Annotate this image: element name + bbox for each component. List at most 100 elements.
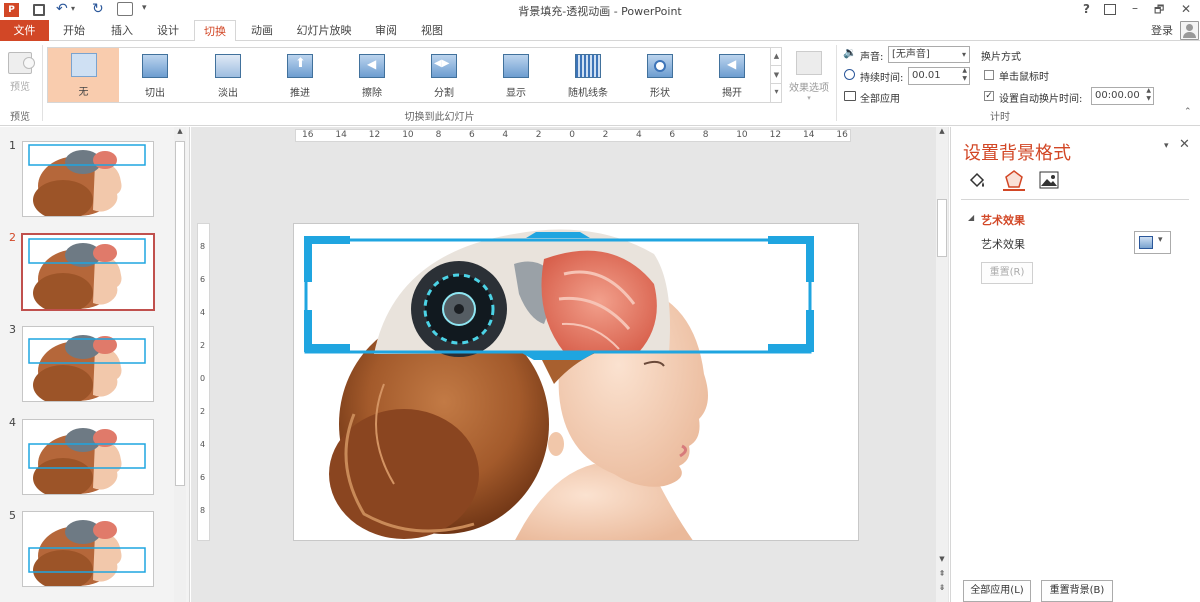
pane-divider: [961, 199, 1189, 200]
previous-slide-icon[interactable]: ⇞: [936, 569, 948, 578]
transition-cut-icon: [142, 54, 168, 78]
tab-file[interactable]: 文件: [0, 20, 49, 41]
transition-reveal-icon: [503, 54, 529, 78]
tab-home[interactable]: 开始: [56, 20, 92, 41]
effects-icon[interactable]: [1003, 169, 1025, 191]
picture-icon[interactable]: [1039, 171, 1059, 189]
transition-reveal[interactable]: 显示: [486, 49, 546, 101]
gallery-scroll-up[interactable]: ▲: [770, 48, 782, 65]
tab-slideshow[interactable]: 幻灯片放映: [290, 20, 358, 41]
scroll-up-icon[interactable]: ▲: [936, 127, 948, 135]
after-time-stepper[interactable]: 00:00.00 ▲ ▼: [1091, 87, 1154, 105]
ribbon-tabs: 文件 开始 插入 设计 切换 动画 幻灯片放映 审阅 视图 登录: [0, 20, 1200, 42]
ruler-tick-label: 2: [200, 341, 206, 350]
transition-uncover[interactable]: ◀ 揭开: [702, 49, 762, 101]
slide-thumbnail-4[interactable]: [22, 419, 154, 495]
slide-canvas[interactable]: [293, 223, 859, 541]
transition-fade-label: 淡出: [218, 88, 238, 99]
duration-stepper[interactable]: 00.01 ▲ ▼: [908, 67, 970, 85]
slide-thumbnail-3[interactable]: [22, 326, 154, 402]
slide-editor: 16 14 12 10 8 6 4 2 0 2 4 6 8 10 12 14 16 8 6 4 2 0 2 4 6 8: [191, 127, 949, 602]
transition-random-bars-label: 随机线条: [568, 88, 608, 99]
advance-slide-title: 换片方式: [981, 52, 1021, 63]
on-click-checkbox[interactable]: [984, 70, 994, 80]
apply-to-all-button[interactable]: 全部应用(L): [963, 580, 1031, 602]
effect-options-label: 效果选项: [789, 83, 829, 94]
scrollbar-thumb[interactable]: [937, 199, 947, 257]
next-slide-icon[interactable]: ⇟: [936, 583, 948, 592]
scroll-down-icon[interactable]: ▼: [936, 555, 948, 563]
tab-transitions[interactable]: 切换: [194, 20, 236, 42]
artistic-effects-dropdown[interactable]: ▾: [1134, 231, 1171, 254]
pane-options-icon[interactable]: ▾: [1164, 141, 1169, 151]
artistic-effects-label: 艺术效果: [981, 238, 1025, 251]
collapse-ribbon-icon[interactable]: ⌃: [1184, 107, 1192, 117]
vertical-ruler: 8 6 4 2 0 2 4 6 8: [197, 223, 210, 541]
slide-thumbnail-1[interactable]: [22, 141, 154, 217]
ruler-tick-label: 8: [200, 242, 206, 251]
transition-none-label: 无: [78, 87, 89, 98]
duration-value: 00.01: [912, 70, 941, 81]
reset-button[interactable]: 重置(R): [981, 262, 1033, 284]
transition-cut[interactable]: 切出: [125, 49, 185, 101]
after-checkbox[interactable]: ✓: [984, 91, 994, 101]
scrollbar-thumb[interactable]: [175, 141, 185, 486]
sound-label: 声音:: [860, 52, 884, 63]
effect-options-button[interactable]: 效果选项 ▾: [786, 49, 832, 105]
transition-uncover-label: 揭开: [722, 88, 742, 99]
tab-view[interactable]: 视图: [414, 20, 450, 41]
ribbon-transitions: 预览 预览 无 切出 淡出 ⬆ 推进 ◀ 擦除 ◀▶ 分割 显示 随机线条 形状…: [0, 41, 1200, 126]
sound-dropdown[interactable]: [无声音] ▾: [888, 46, 970, 63]
ruler-tick-label: 8: [702, 130, 709, 140]
tab-animations[interactable]: 动画: [244, 20, 280, 41]
fill-icon[interactable]: [967, 171, 987, 191]
artistic-effects-section[interactable]: 艺术效果: [981, 212, 1025, 228]
tab-insert[interactable]: 插入: [104, 20, 140, 41]
ruler-tick-label: 16: [836, 130, 848, 140]
hair-bun-lower: [329, 409, 479, 539]
ruler-tick-label: 16: [302, 130, 314, 140]
pane-title: 设置背景格式: [963, 143, 1071, 164]
slide-number: 3: [9, 323, 16, 336]
ruler-tick-label: 10: [736, 130, 748, 140]
window-title: 背景填充-透视动画 - PowerPoint: [518, 5, 682, 18]
transition-random-bars[interactable]: 随机线条: [558, 49, 618, 101]
tab-design[interactable]: 设计: [150, 20, 186, 41]
transition-none[interactable]: 无: [48, 48, 119, 102]
help-button[interactable]: ?: [1083, 2, 1090, 16]
editor-scrollbar[interactable]: ▲ ▼ ⇞ ⇟: [936, 127, 948, 602]
ruler-tick-label: 2: [602, 130, 609, 140]
chevron-down-icon: ▾: [1158, 235, 1163, 245]
minimize-button[interactable]: –: [1132, 1, 1138, 15]
avatar[interactable]: [1180, 21, 1199, 40]
gallery-scroll-down[interactable]: ▼: [770, 65, 782, 83]
scroll-up-icon[interactable]: ▲: [174, 127, 186, 135]
reset-background-button[interactable]: 重置背景(B): [1041, 580, 1113, 602]
transition-wipe[interactable]: ◀ 擦除: [342, 49, 402, 101]
transition-shape[interactable]: 形状: [630, 49, 690, 101]
apply-all-button[interactable]: 全部应用: [860, 90, 900, 105]
thumbnail-scrollbar[interactable]: ▲: [174, 127, 186, 602]
transition-random-bars-icon: [575, 54, 601, 78]
ribbon-display-options-icon[interactable]: [1104, 4, 1116, 15]
gallery-more[interactable]: ▾: [770, 83, 782, 102]
transition-fade[interactable]: 淡出: [198, 49, 258, 101]
slide-number: 5: [9, 509, 16, 522]
slide-thumbnail-2[interactable]: [21, 233, 155, 311]
transition-push[interactable]: ⬆ 推进: [270, 49, 330, 101]
slide-thumbnail-5[interactable]: [22, 511, 154, 587]
tab-review[interactable]: 审阅: [368, 20, 404, 41]
transition-split[interactable]: ◀▶ 分割: [414, 49, 474, 101]
restore-button[interactable]: 🗗: [1154, 1, 1164, 20]
after-label: 设置自动换片时间:: [999, 94, 1083, 105]
transition-reveal-label: 显示: [506, 88, 526, 99]
close-button[interactable]: ✕: [1181, 2, 1191, 16]
sound-value: [无声音]: [892, 49, 930, 60]
preview-button[interactable]: 预览: [4, 49, 36, 101]
pane-close-icon[interactable]: ✕: [1179, 137, 1190, 152]
section-collapse-icon[interactable]: ◢: [968, 213, 974, 222]
transition-shape-label: 形状: [650, 88, 670, 99]
ruler-tick-label: 4: [502, 130, 509, 140]
login-link[interactable]: 登录: [1146, 20, 1178, 41]
preview-label: 预览: [10, 82, 30, 93]
